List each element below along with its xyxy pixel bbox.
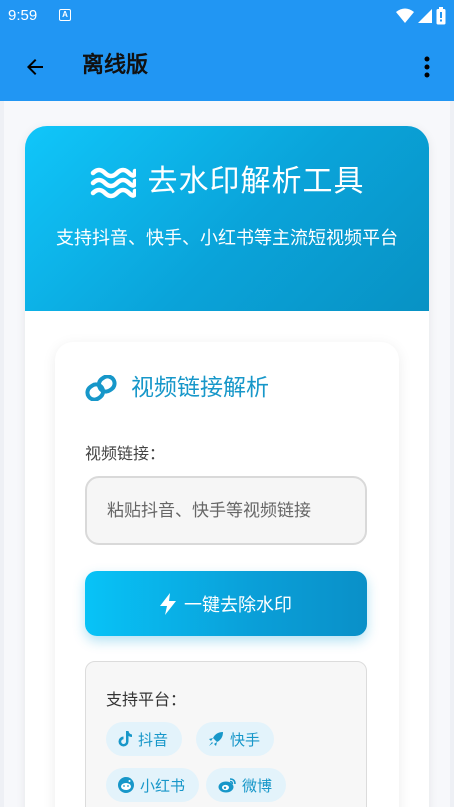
tiktok-icon bbox=[118, 731, 132, 747]
parser-card: 视频链接解析 视频链接： 一键去除水印 支持平台： 抖音 快手 bbox=[55, 342, 399, 807]
field-label: 视频链接： bbox=[85, 444, 166, 463]
link-icon bbox=[85, 375, 117, 401]
rocket-icon bbox=[209, 732, 223, 746]
status-icons bbox=[396, 7, 446, 25]
status-bar: 9:59 A bbox=[0, 0, 454, 32]
section-title: 视频链接解析 bbox=[131, 375, 269, 401]
bolt-icon bbox=[160, 592, 176, 615]
hero-subtitle: 支持抖音、快手、小红书等主流短视频平台 bbox=[56, 228, 398, 249]
platform-chip-label: 快手 bbox=[230, 730, 261, 749]
notification-icon: A bbox=[59, 9, 71, 21]
arrow-left-icon bbox=[27, 59, 43, 75]
back-button[interactable] bbox=[18, 50, 52, 84]
waves-icon bbox=[90, 167, 136, 199]
more-vert-icon bbox=[424, 56, 430, 78]
platform-chip-label: 微博 bbox=[242, 776, 273, 795]
hero-title: 去水印解析工具 bbox=[147, 164, 365, 199]
platform-chip-weibo[interactable]: 微博 bbox=[206, 768, 287, 802]
remove-watermark-button[interactable]: 一键去除水印 bbox=[85, 571, 367, 636]
platform-box: 支持平台： 抖音 快手 小红书 微博 bbox=[85, 661, 367, 807]
platform-chip-label: 抖音 bbox=[138, 730, 169, 749]
hero-title-row: 去水印解析工具 bbox=[25, 162, 429, 202]
platform-chip-label: 小红书 bbox=[140, 776, 186, 795]
section-header: 视频链接解析 bbox=[85, 372, 269, 404]
more-options-button[interactable] bbox=[412, 50, 442, 84]
signal-icon bbox=[418, 9, 432, 23]
wifi-icon bbox=[396, 8, 414, 23]
scrollbar[interactable] bbox=[446, 101, 450, 807]
main-card: 去水印解析工具 支持抖音、快手、小红书等主流短视频平台 视频链接解析 视频链接：… bbox=[25, 126, 429, 807]
hero-header: 去水印解析工具 支持抖音、快手、小红书等主流短视频平台 bbox=[25, 126, 429, 311]
platform-label: 支持平台： bbox=[106, 690, 187, 709]
reddit-icon bbox=[118, 777, 134, 793]
video-link-input[interactable] bbox=[85, 476, 367, 545]
status-time: 9:59 bbox=[8, 7, 38, 24]
platform-chip-xiaohongshu[interactable]: 小红书 bbox=[106, 768, 200, 802]
battery-icon bbox=[436, 7, 446, 25]
platform-chip-kuaishou[interactable]: 快手 bbox=[196, 722, 275, 756]
app-bar: 离线版 bbox=[0, 32, 454, 101]
platform-chip-douyin[interactable]: 抖音 bbox=[106, 722, 183, 756]
weibo-icon bbox=[218, 778, 236, 793]
content-area: 去水印解析工具 支持抖音、快手、小红书等主流短视频平台 视频链接解析 视频链接：… bbox=[4, 101, 450, 807]
page-title: 离线版 bbox=[82, 53, 149, 78]
remove-watermark-label: 一键去除水印 bbox=[184, 594, 292, 616]
